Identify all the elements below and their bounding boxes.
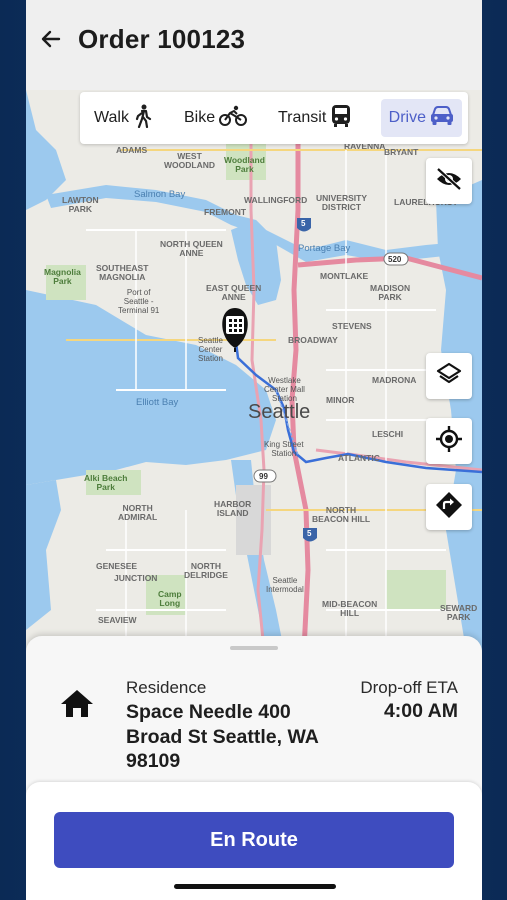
action-panel: En Route xyxy=(26,782,482,900)
map-label: GENESEE xyxy=(96,561,138,571)
map-label: EAST QUEEN ANNE xyxy=(206,283,262,302)
map-label: Elliott Bay xyxy=(136,397,179,408)
directions-icon xyxy=(435,491,463,524)
destination-address: Space Needle 400 Broad St Seattle, WA 98… xyxy=(126,701,319,772)
my-location-button[interactable] xyxy=(426,418,472,464)
mode-bike[interactable]: Bike xyxy=(176,99,266,137)
directions-button[interactable] xyxy=(426,484,472,530)
map-label: Port of Seattle - Terminal 91 xyxy=(118,288,160,315)
map-label: SEAVIEW xyxy=(98,615,137,625)
map-label: 5 xyxy=(301,219,306,228)
map-label: King Street Station xyxy=(264,440,304,458)
mode-bike-label: Bike xyxy=(184,109,216,126)
mode-transit[interactable]: Transit xyxy=(270,99,368,137)
map-label: 99 xyxy=(259,472,268,481)
eta-value: 4:00 AM xyxy=(383,700,458,722)
map-label: Seattle Intermodal xyxy=(266,576,304,594)
bike-icon xyxy=(219,105,248,132)
map-label: Portage Bay xyxy=(298,243,351,254)
locate-icon xyxy=(435,425,463,458)
map-label: BROADWAY xyxy=(288,335,338,345)
map-label: SOUTHEAST MAGNOLIA xyxy=(96,263,149,282)
map-label: Westlake Center Mall Station xyxy=(264,376,305,403)
map-canvas xyxy=(26,90,482,650)
destination-type: Residence xyxy=(126,678,207,697)
drag-handle[interactable] xyxy=(230,646,278,650)
map-view[interactable]: ADAMS WEST WOODLAND Woodland Park RAVENN… xyxy=(26,90,482,650)
map-label: LESCHI xyxy=(372,429,404,439)
header: Order 100123 xyxy=(26,0,482,90)
travel-mode-bar: Walk Bike Transit Drive xyxy=(80,92,468,144)
bus-icon xyxy=(330,104,352,133)
home-icon xyxy=(60,688,94,723)
map-label: NORTH BEACON HILL xyxy=(312,505,371,524)
map-label: ADAMS xyxy=(116,145,148,155)
mode-transit-label: Transit xyxy=(278,109,327,126)
mode-walk[interactable]: Walk xyxy=(86,99,172,137)
map-label: MINOR xyxy=(326,395,355,405)
map-label: WALLINGFORD xyxy=(244,195,308,205)
map-label: Seattle Center Station xyxy=(198,336,223,363)
app-screen: Order 100123 ADAMS WEST WOODLAND Woodlan… xyxy=(26,0,482,900)
mode-drive[interactable]: Drive xyxy=(380,99,462,137)
map-label: Alki Beach Park xyxy=(84,473,128,492)
map-label: MID-BEACON HILL xyxy=(322,599,378,618)
home-indicator xyxy=(174,884,336,889)
en-route-button[interactable]: En Route xyxy=(54,812,454,868)
map-label: UNIVERSITY DISTRICT xyxy=(316,193,368,212)
map-label: HARBOR ISLAND xyxy=(214,499,252,518)
order-bottom-sheet[interactable]: Residence Space Needle 400 Broad St Seat… xyxy=(26,636,482,900)
arrow-left-icon xyxy=(39,27,63,56)
map-label: MADISON PARK xyxy=(370,283,411,302)
mode-walk-label: Walk xyxy=(94,109,129,126)
map-label: LAWTON PARK xyxy=(62,195,99,214)
page-title: Order 100123 xyxy=(78,24,246,54)
map-label: BRYANT xyxy=(384,147,419,157)
map-label: Salmon Bay xyxy=(134,189,186,200)
map-label: WEST WOODLAND xyxy=(164,151,215,170)
map-label: STEVENS xyxy=(332,321,372,331)
map-label: MONTLAKE xyxy=(320,271,369,281)
walk-icon xyxy=(133,104,153,133)
car-icon xyxy=(430,105,454,131)
map-label: Camp Long xyxy=(158,589,182,608)
map-label: Woodland Park xyxy=(224,155,265,174)
map-label: 520 xyxy=(388,255,402,264)
mode-drive-label: Drive xyxy=(388,109,426,126)
hide-visibility-button[interactable] xyxy=(426,158,472,204)
map-label: NORTH DELRIDGE xyxy=(184,561,228,580)
map-label: FREMONT xyxy=(204,207,247,217)
layers-icon xyxy=(436,361,462,392)
eye-off-icon xyxy=(435,167,463,196)
map-label: NORTH QUEEN ANNE xyxy=(160,239,223,258)
map-label: JUNCTION xyxy=(114,573,158,583)
map-label: ATLANTIC xyxy=(338,453,380,463)
eta-label: Drop-off ETA xyxy=(360,678,458,697)
map-label: 5 xyxy=(307,529,312,538)
map-label: NORTH ADMIRAL xyxy=(118,503,158,522)
back-button[interactable] xyxy=(36,26,66,56)
layers-button[interactable] xyxy=(426,353,472,399)
map-label: SEWARD PARK xyxy=(440,603,478,622)
map-label-city: Seattle xyxy=(248,401,311,423)
map-label: Magnolia Park xyxy=(44,267,81,286)
map-label: MADRONA xyxy=(372,375,417,385)
